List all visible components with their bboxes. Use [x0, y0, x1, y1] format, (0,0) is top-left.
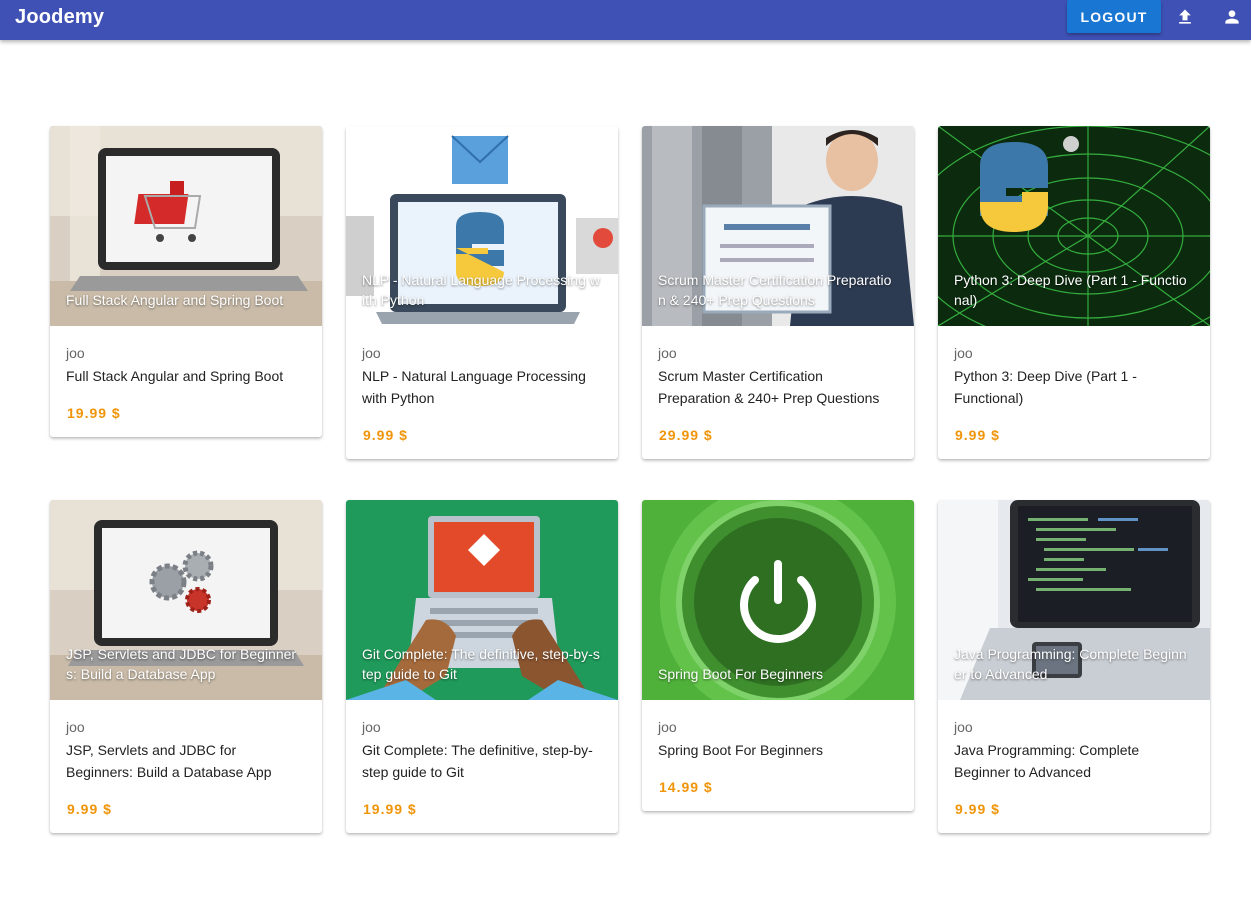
card-price: 19.99 $: [67, 405, 121, 421]
card-author: joo: [66, 719, 85, 735]
course-card[interactable]: Spring Boot For Beginners joo Spring Boo…: [642, 500, 914, 811]
card-overlay-title: Python 3: Deep Dive (Part 1 - Functional…: [954, 272, 1187, 308]
course-card[interactable]: Full Stack Angular and Spring Boot joo F…: [50, 126, 322, 437]
upload-icon[interactable]: [1172, 4, 1198, 30]
card-author: joo: [658, 345, 677, 361]
card-overlay-title: Spring Boot For Beginners: [658, 666, 823, 682]
card-overlay-title: JSP, Servlets and JDBC for Beginners: Bu…: [66, 646, 297, 682]
card-title[interactable]: NLP - Natural Language Processing with P…: [362, 365, 602, 409]
card-overlay-title: Git Complete: The definitive, step-by-st…: [362, 646, 600, 682]
card-title[interactable]: Scrum Master Certification Preparation &…: [658, 365, 898, 409]
card-overlay-title: NLP - Natural Language Processing with P…: [362, 272, 600, 308]
course-card[interactable]: Python 3: Deep Dive (Part 1 - Functional…: [938, 126, 1210, 459]
card-price: 9.99 $: [67, 801, 112, 817]
app-bar: Joodemy LOGOUT: [0, 0, 1251, 40]
card-overlay-title: Scrum Master Certification Preparation &…: [658, 272, 892, 308]
card-price: 19.99 $: [363, 801, 417, 817]
course-thumbnail: Scrum Master Certification Preparation &…: [642, 126, 914, 326]
course-card[interactable]: NLP - Natural Language Processing with P…: [346, 126, 618, 459]
course-thumbnail: Git Complete: The definitive, step-by-st…: [346, 500, 618, 700]
card-title[interactable]: Git Complete: The definitive, step-by-st…: [362, 739, 602, 783]
card-title[interactable]: Java Programming: Complete Beginner to A…: [954, 739, 1194, 783]
card-price: 9.99 $: [955, 801, 1000, 817]
card-title[interactable]: JSP, Servlets and JDBC for Beginners: Bu…: [66, 739, 306, 783]
course-card[interactable]: Scrum Master Certification Preparation &…: [642, 126, 914, 459]
card-price: 29.99 $: [659, 427, 713, 443]
account-icon[interactable]: [1219, 4, 1245, 30]
course-thumbnail: Full Stack Angular and Spring Boot: [50, 126, 322, 326]
card-title[interactable]: Python 3: Deep Dive (Part 1 - Functional…: [954, 365, 1194, 409]
course-thumbnail: Python 3: Deep Dive (Part 1 - Functional…: [938, 126, 1210, 326]
card-author: joo: [658, 719, 677, 735]
card-price: 14.99 $: [659, 779, 713, 795]
course-card[interactable]: Java Programming: Complete Beginner to A…: [938, 500, 1210, 833]
app-title[interactable]: Joodemy: [15, 5, 104, 29]
card-price: 9.99 $: [363, 427, 408, 443]
course-thumbnail: NLP - Natural Language Processing with P…: [346, 126, 618, 326]
course-thumbnail: Spring Boot For Beginners: [642, 500, 914, 700]
logout-button[interactable]: LOGOUT: [1067, 0, 1161, 33]
card-price: 9.99 $: [955, 427, 1000, 443]
card-author: joo: [66, 345, 85, 361]
card-author: joo: [362, 345, 381, 361]
card-author: joo: [954, 719, 973, 735]
course-card[interactable]: Git Complete: The definitive, step-by-st…: [346, 500, 618, 833]
card-overlay-title: Full Stack Angular and Spring Boot: [66, 292, 284, 308]
card-author: joo: [362, 719, 381, 735]
card-title[interactable]: Full Stack Angular and Spring Boot: [66, 365, 306, 387]
card-overlay-title: Java Programming: Complete Beginner to A…: [954, 646, 1187, 682]
card-author: joo: [954, 345, 973, 361]
card-title[interactable]: Spring Boot For Beginners: [658, 739, 898, 761]
course-card[interactable]: JSP, Servlets and JDBC for Beginners: Bu…: [50, 500, 322, 833]
course-thumbnail: Java Programming: Complete Beginner to A…: [938, 500, 1210, 700]
course-thumbnail: JSP, Servlets and JDBC for Beginners: Bu…: [50, 500, 322, 700]
